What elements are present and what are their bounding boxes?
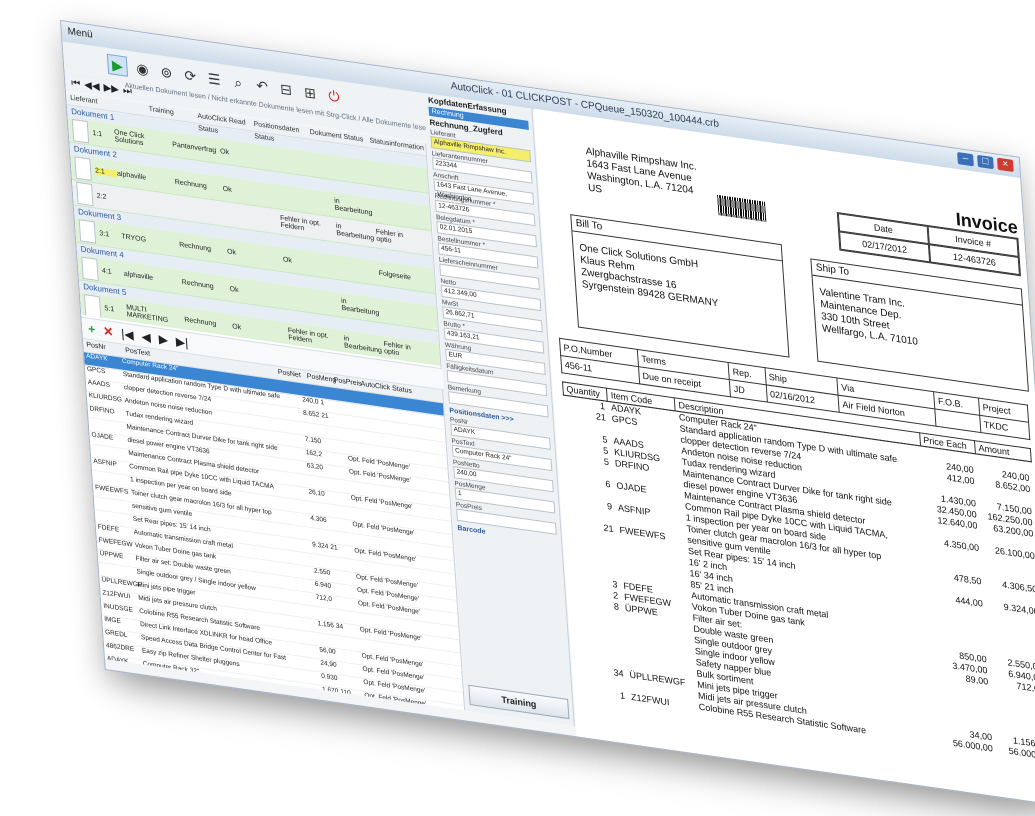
merge-icon[interactable]: ⊞ [300,82,319,103]
read-status-cell: Ok [226,247,237,257]
eye-icon[interactable]: ◉ [133,58,152,79]
position-status-cell: Ok [282,255,293,265]
prev-record-icon[interactable]: ◀◀ [84,79,100,92]
prev-position-icon[interactable]: ◀ [141,329,151,344]
split-icon[interactable]: ⊟ [276,79,295,100]
read-status-cell: Ok [219,147,230,156]
document-status-cell: in Bearbeitung [335,222,375,243]
first-record-icon[interactable]: ⏮ [71,77,81,89]
read-status-cell: Ok [229,285,239,294]
position-status-cell [279,197,335,205]
training-cell: Pantanverfrag [172,140,217,155]
supplier-cell: TRYOG [121,232,147,244]
position-qty: 110 [340,688,351,698]
delete-icon[interactable]: ✕ [103,324,114,340]
page-id: 3:1 [99,229,110,239]
positions-table: PosNr PosText PosNet PosMeng PosPreis AutoCli… [82,339,465,711]
zoom-icon[interactable]: ⌕ [229,72,248,93]
maximize-icon[interactable]: □ [977,154,994,170]
page-id: 2:1 [94,166,118,178]
barcode-image [717,194,767,222]
sender-address: Alphaville Rimpshaw Inc. 1643 Fast Lane A… [585,146,699,210]
page-id: 5:1 [104,304,115,313]
page-thumbnail[interactable] [76,181,94,207]
supplier-cell [119,199,177,207]
refresh-icon[interactable]: ⟳ [181,65,200,86]
screenshot-stage: Menü AutoClick - 01 CLICKPOST - CPQueue_… [0,0,1035,816]
document-status-cell [332,167,372,173]
position-fields: PosNr ADAYK PosText Computer Rack 24" PosNet… [446,416,561,536]
document-status-cell: in Bearbeitung [343,335,383,355]
position-qty: 2 [341,701,346,710]
play-icon[interactable]: ▶ [106,53,129,77]
close-icon[interactable]: × [996,157,1014,173]
ship-to-box: Ship To Valentine Tram Inc. Maintenance D… [810,258,1029,392]
next-record-icon[interactable]: ▶▶ [103,82,119,95]
page-id: 1:1 [92,129,103,138]
position-status-cell: Fehler in opt. Feldern [279,214,322,233]
add-icon[interactable]: + [88,322,96,337]
position-code: GPCS [107,668,127,679]
supplier-cell: alphaville [116,169,147,182]
read-status-cell [224,214,280,222]
status-info-cell: Fehler in optio [383,340,412,358]
position-status [365,705,436,710]
left-pane: Lieferant Training AutoClick Read Status Po… [65,92,466,711]
minimize-icon[interactable]: – [957,151,974,167]
position-status-cell [286,297,342,305]
last-position-icon[interactable]: ▶| [175,334,188,350]
page-thumbnail[interactable] [83,294,102,319]
page-thumbnail[interactable] [81,256,99,282]
page-thumbnail[interactable] [74,156,92,181]
read-status-cell: Ok [222,185,232,194]
supplier-cell: alphaville [123,270,154,282]
position-net: 390,0 [322,699,340,709]
training-cell: Rechnung [178,240,212,253]
undo-icon[interactable]: ↶ [252,76,271,97]
power-icon[interactable]: ⏻ [324,86,343,107]
training-cell: Rechnung [184,315,217,328]
supplier-cell: MULTI MARKETING [125,304,169,325]
eye-fingerprint-icon[interactable]: ⊚ [157,62,176,83]
list-icon[interactable]: ☰ [205,69,224,90]
training-button[interactable]: Training [468,684,570,720]
supplier-cell: One Click Solutions [113,128,145,148]
read-status-cell: Ok [231,322,242,332]
document-viewer: Alphaville Rimpshaw Inc. 1643 Fast Lane A… [533,108,1035,806]
page-id: 4:1 [101,267,112,276]
status-info-cell: Folgeseite [378,269,412,282]
next-position-icon[interactable]: ▶ [158,332,168,347]
position-status-cell: Fehler in opt. Feldern [287,327,329,345]
menu-button[interactable]: Menü [67,26,93,41]
position-status-cell [276,159,332,167]
document-status-cell [339,267,379,273]
training-cell: Rechnung [174,178,207,190]
page-thumbnail[interactable] [78,219,97,244]
page-thumbnail[interactable] [71,118,90,144]
window-controls: – □ × [957,151,1014,173]
status-info-cell: Fehler in optio [375,228,404,245]
page-id: 2:2 [96,192,107,201]
training-cell [177,207,225,214]
first-position-icon[interactable]: |◀ [121,326,134,342]
bill-to-box: Bill To One Click Solutions GmbH Klaus Re… [570,214,790,358]
positions-rows: ADAYK Computer Rack 24" GPCS Standard appli… [83,352,465,711]
document-status-cell: in Bearbeitung [340,297,380,318]
document-status-cell: in Bearbeitung [333,197,373,217]
app-window: Menü AutoClick - 01 CLICKPOST - CPQueue_… [60,20,1035,807]
invoice-lines-table: Quantity Item Code Description Price Each Am… [562,381,1035,763]
training-cell: Rechnung [181,278,214,291]
header-fields: Lieferant Alphaville Rimpshaw Inc. Liefera… [426,128,553,418]
